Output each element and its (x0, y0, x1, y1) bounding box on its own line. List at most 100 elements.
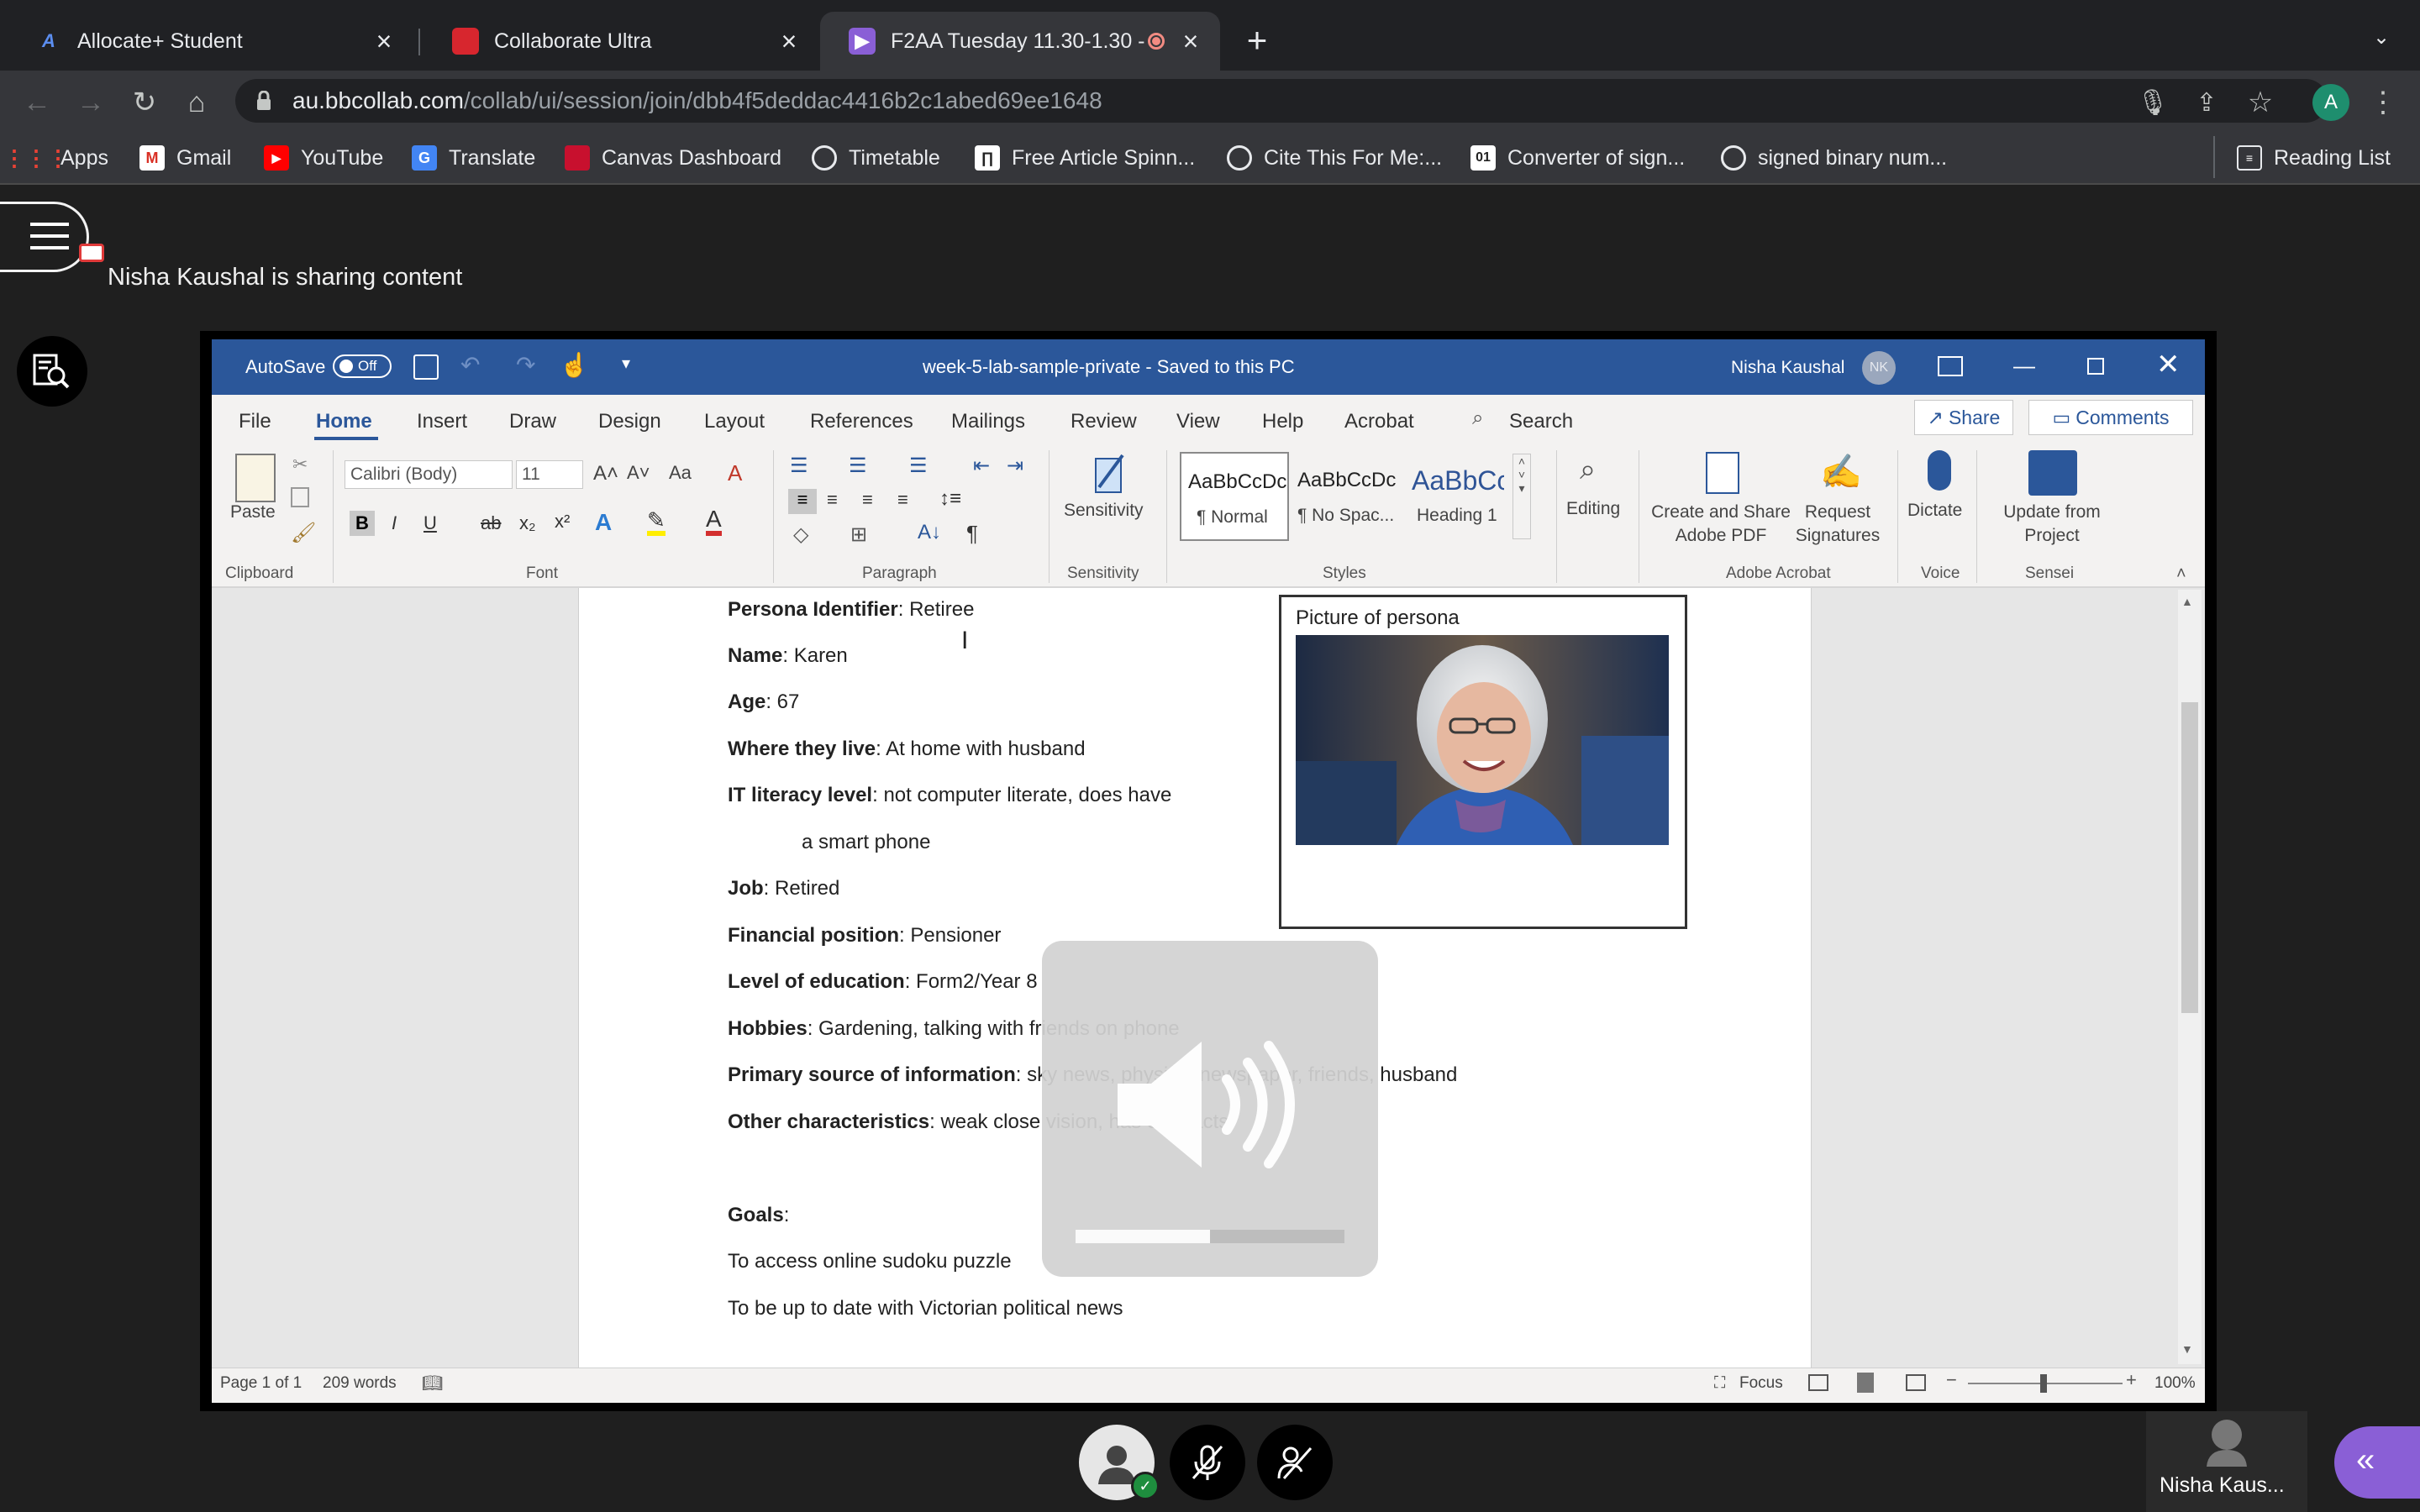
tab-mailings[interactable]: Mailings (951, 410, 1025, 433)
bullets-icon[interactable]: ☰ (790, 454, 808, 478)
scrollbar-thumb[interactable] (2181, 702, 2198, 1013)
zoom-out-icon[interactable]: − (1946, 1369, 1957, 1391)
reading-list-button[interactable]: ≡ Reading List (2237, 139, 2391, 176)
tab-home[interactable]: Home (316, 410, 372, 433)
tab-help[interactable]: Help (1262, 410, 1303, 433)
copy-icon[interactable] (291, 487, 309, 507)
borders-icon[interactable]: ⊞ (850, 522, 867, 547)
close-icon[interactable]: × (776, 26, 802, 57)
italic-icon[interactable]: I (392, 512, 397, 534)
focus-mode-icon[interactable]: ⛶ (1714, 1374, 1725, 1393)
tab-layout[interactable]: Layout (704, 410, 765, 433)
microphone-icon[interactable]: 🎙︎ (2134, 84, 2171, 121)
sort-icon[interactable]: A↓ (918, 521, 941, 544)
new-tab-button[interactable]: + (1239, 20, 1276, 64)
align-right-icon[interactable]: ≡ (862, 489, 873, 511)
justify-icon[interactable]: ≡ (897, 489, 908, 511)
style-normal[interactable]: AaBbCcDc ¶ Normal (1180, 452, 1289, 541)
scroll-down-icon[interactable]: ▼ (2181, 1342, 2193, 1356)
bookmark-cite-this[interactable]: Cite This For Me:... (1227, 139, 1442, 176)
content-search-button[interactable] (17, 336, 87, 407)
editing-button[interactable]: Editing (1566, 499, 1620, 519)
numbering-icon[interactable]: ☰ (849, 454, 867, 478)
share-video-button[interactable] (1257, 1425, 1333, 1500)
lock-icon[interactable] (255, 90, 272, 111)
search-icon[interactable]: ⌕ (1472, 407, 1483, 430)
bookmark-gmail[interactable]: M Gmail (139, 139, 231, 176)
zoom-level[interactable]: 100% (2154, 1374, 2196, 1393)
subscript-icon[interactable]: x₂ (519, 512, 536, 534)
increase-indent-icon[interactable]: ⇥ (1007, 454, 1023, 478)
tab-acrobat[interactable]: Acrobat (1344, 410, 1414, 433)
align-center-icon[interactable]: ≡ (827, 489, 838, 511)
text-effects-icon[interactable]: A (595, 509, 612, 536)
tab-allocate[interactable]: A Allocate+ Student × (7, 12, 413, 71)
print-layout-icon[interactable] (1857, 1373, 1874, 1393)
web-layout-icon[interactable] (1906, 1374, 1926, 1391)
format-painter-icon[interactable]: 🖌︎ (291, 521, 316, 545)
show-formatting-icon[interactable]: ¶ (966, 521, 978, 547)
tab-view[interactable]: View (1176, 410, 1220, 433)
bold-icon[interactable]: B (350, 511, 375, 536)
save-icon[interactable] (413, 354, 439, 380)
read-mode-icon[interactable] (1808, 1374, 1828, 1391)
bookmark-timetable[interactable]: Timetable (812, 139, 940, 176)
tab-design[interactable]: Design (598, 410, 661, 433)
bookmark-signed-binary[interactable]: signed binary num... (1721, 139, 1947, 176)
paste-button[interactable]: Paste (230, 502, 276, 522)
bookmark-star-icon[interactable]: ☆ (2242, 84, 2279, 121)
paste-icon[interactable] (235, 454, 276, 502)
participant-tile[interactable]: Nisha Kaus... (2146, 1411, 2307, 1512)
sensitivity-icon[interactable] (1091, 450, 1128, 496)
zoom-in-icon[interactable]: + (2126, 1369, 2137, 1391)
superscript-icon[interactable]: x² (555, 511, 570, 533)
update-from-project-button[interactable]: Update from Project (1993, 501, 2111, 548)
tab-collaborate[interactable]: Collaborate Ultra × (424, 12, 818, 71)
align-left-icon[interactable]: ≡ (788, 489, 817, 514)
create-pdf-icon[interactable] (1706, 452, 1739, 494)
restore-icon[interactable] (2087, 358, 2104, 375)
clear-formatting-icon[interactable]: A (728, 460, 742, 486)
strikethrough-icon[interactable]: ab (481, 512, 501, 534)
back-icon[interactable]: ← (18, 84, 55, 121)
microphone-icon[interactable] (1928, 450, 1951, 491)
request-signatures-button[interactable]: Request Signatures (1791, 501, 1884, 548)
editing-search-icon[interactable]: ⌕ (1580, 454, 1596, 486)
font-name-box[interactable]: Calibri (Body) (345, 460, 513, 489)
bookmark-article-spinner[interactable]: ∏ Free Article Spinn... (975, 139, 1195, 176)
tab-review[interactable]: Review (1071, 410, 1137, 433)
home-icon[interactable]: ⌂ (178, 84, 215, 121)
touch-mode-icon[interactable]: ☝ (560, 351, 589, 379)
redo-icon[interactable]: ↷ (516, 351, 535, 379)
sensitivity-button[interactable]: Sensitivity (1064, 501, 1144, 521)
cut-icon[interactable]: ✂ (292, 454, 308, 475)
session-menu-button[interactable] (0, 202, 89, 272)
shading-icon[interactable]: ◇ (793, 522, 808, 547)
style-heading-1[interactable]: AaBbCc Heading 1 (1408, 452, 1504, 541)
create-share-pdf-button[interactable]: Create and Share Adobe PDF (1649, 501, 1793, 548)
change-case-icon[interactable]: Aa (669, 462, 692, 484)
scroll-up-icon[interactable]: ▲ (2181, 595, 2193, 608)
proofing-icon[interactable]: 📖︎ (422, 1373, 443, 1394)
underline-icon[interactable]: U (424, 512, 437, 534)
multilevel-list-icon[interactable]: ☰ (909, 454, 928, 478)
autosave-toggle[interactable]: Off (333, 354, 392, 378)
ribbon-display-options-icon[interactable] (1938, 356, 1963, 376)
collaborate-panel-button[interactable]: « (2334, 1426, 2420, 1499)
font-color-icon[interactable]: A (706, 507, 722, 536)
bookmark-youtube[interactable]: ▶ YouTube (264, 139, 383, 176)
customize-toolbar-icon[interactable]: ▾ (622, 353, 630, 374)
styles-gallery-scroll[interactable]: ˄ ˅ ▾ (1512, 454, 1531, 539)
shrink-font-icon[interactable]: A˅ (627, 462, 650, 484)
forward-icon[interactable]: → (72, 84, 109, 121)
tab-insert[interactable]: Insert (417, 410, 467, 433)
zoom-slider-thumb[interactable] (2040, 1374, 2047, 1393)
share-button[interactable]: ↗ Share (1914, 400, 2013, 435)
bookmark-canvas[interactable]: Canvas Dashboard (565, 139, 781, 176)
decrease-indent-icon[interactable]: ⇤ (973, 454, 990, 478)
collapse-ribbon-icon[interactable]: ˄ (2176, 564, 2186, 584)
focus-button[interactable]: Focus (1739, 1374, 1783, 1393)
tab-file[interactable]: File (239, 410, 271, 433)
profile-avatar[interactable]: A (2312, 84, 2349, 121)
share-audio-button[interactable] (1170, 1425, 1245, 1500)
